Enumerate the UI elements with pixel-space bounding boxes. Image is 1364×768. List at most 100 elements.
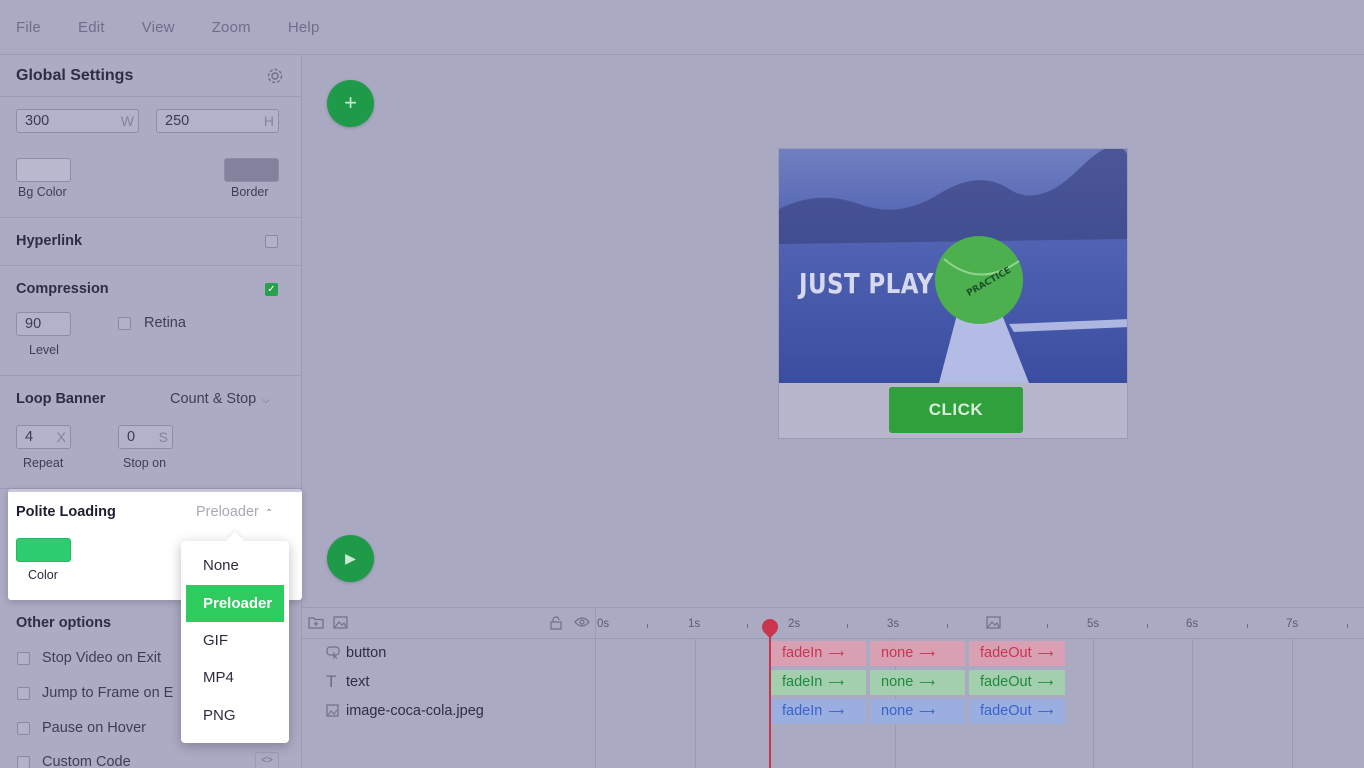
repeat-label: Repeat (23, 456, 64, 470)
other-options-title: Other options (16, 615, 112, 631)
add-image-icon[interactable] (333, 616, 348, 632)
ruler-tick (947, 624, 948, 628)
width-input[interactable]: 300 W (16, 109, 139, 133)
tick-label-3s: 3s (887, 618, 900, 630)
pause-hover-checkbox[interactable] (17, 722, 30, 735)
layer-name-image: image-coca-cola.jpeg (346, 703, 484, 719)
polite-loading-select[interactable]: Preloader ⌃ (196, 504, 273, 520)
banner-preview[interactable]: PRACTICE JUST PLAY CLICK (778, 148, 1128, 439)
compression-level-input[interactable]: 90 (16, 312, 71, 336)
option-mp4[interactable]: MP4 (186, 659, 284, 696)
image-icon (326, 704, 339, 720)
jump-frame-label: Jump to Frame on E (42, 685, 174, 701)
arrow-right-icon: ⟶ (919, 706, 936, 718)
stop-video-label: Stop Video on Exit (42, 650, 162, 666)
menu-file[interactable]: File (16, 19, 41, 36)
custom-code-checkbox[interactable] (17, 756, 30, 768)
ruler-tick (847, 624, 848, 628)
compression-checkbox[interactable]: ✓ (265, 283, 278, 296)
layer-row-text[interactable]: T text fadeIn ⟶ none ⟶ fadeOut ⟶ (302, 668, 1364, 697)
arrow-right-icon: ⟶ (1037, 648, 1054, 660)
stop-on-label: Stop on (123, 456, 167, 470)
arrow-right-icon: ⟶ (828, 648, 845, 660)
menu-bar: File Edit View Zoom Help (0, 0, 1364, 55)
width-value: 300 (25, 113, 50, 129)
repeat-input[interactable]: 4 X (16, 425, 71, 449)
menu-edit[interactable]: Edit (78, 19, 105, 36)
anim-block-button-out[interactable]: fadeOut ⟶ (969, 641, 1065, 666)
arrow-right-icon: ⟶ (1037, 677, 1054, 689)
banner-image: PRACTICE JUST PLAY (779, 149, 1127, 383)
option-png[interactable]: PNG (186, 697, 284, 734)
retina-checkbox[interactable] (118, 317, 131, 330)
layer-row-image[interactable]: image-coca-cola.jpeg fadeIn ⟶ none ⟶ fadeO… (302, 697, 1364, 726)
stop-video-checkbox[interactable] (17, 652, 30, 665)
banner-cta-button[interactable]: CLICK (889, 387, 1023, 433)
layer-row-button[interactable]: button fadeIn ⟶ none ⟶ fadeOut ⟶ (302, 639, 1364, 668)
loop-mode-value: Count & Stop (170, 391, 257, 407)
stop-on-value: 0 (127, 429, 136, 445)
width-unit: W (120, 113, 134, 129)
anim-block-text-in[interactable]: fadeIn ⟶ (771, 670, 866, 695)
option-gif[interactable]: GIF (186, 622, 284, 659)
layer-name-button: button (346, 645, 387, 661)
stop-on-unit: S (158, 429, 168, 445)
jump-frame-checkbox[interactable] (17, 687, 30, 700)
loop-mode-select[interactable]: Count & Stop ⌵ (170, 391, 270, 407)
compression-section: Compression ✓ 90 Level Retina (0, 266, 302, 376)
menu-zoom[interactable]: Zoom (212, 19, 251, 36)
option-none[interactable]: None (186, 547, 284, 584)
loop-banner-title: Loop Banner (16, 391, 106, 407)
plus-icon[interactable]: + (327, 80, 374, 127)
cursor-icon (326, 646, 340, 662)
hyperlink-checkbox[interactable] (265, 235, 278, 248)
timeline-panel: 0s 1s 2s 3s 4s 5s 6s 7s button fadeIn⟶ n… (302, 607, 1364, 768)
ruler-tick (1047, 624, 1048, 628)
gear-icon[interactable] (266, 67, 284, 90)
arrow-right-icon: ⟶ (919, 677, 936, 689)
arrow-right-icon: ⟶ (919, 648, 936, 660)
lock-icon[interactable] (550, 616, 562, 633)
anim-label: fadeOut (980, 703, 1032, 719)
anim-block-image-in[interactable]: fadeIn ⟶ (771, 699, 866, 724)
bg-color-swatch[interactable] (16, 158, 71, 182)
option-preloader[interactable]: Preloader (186, 585, 284, 622)
add-folder-icon[interactable] (308, 616, 324, 632)
compression-level-value: 90 (25, 316, 42, 332)
anim-block-text-mid[interactable]: none ⟶ (870, 670, 965, 695)
eye-icon[interactable] (574, 616, 590, 631)
anim-block-text-out[interactable]: fadeOut ⟶ (969, 670, 1065, 695)
ruler-tick (1147, 624, 1148, 628)
level-label: Level (29, 343, 59, 357)
polite-loading-value: Preloader (196, 504, 259, 520)
pause-hover-label: Pause on Hover (42, 720, 146, 736)
anim-label: fadeIn (782, 674, 823, 690)
stop-on-input[interactable]: 0 S (118, 425, 173, 449)
anim-block-image-out[interactable]: fadeOut ⟶ (969, 699, 1065, 724)
tick-label-6s: 6s (1186, 618, 1199, 630)
anim-label: fadeIn (782, 703, 823, 719)
chevron-up-icon: ⌃ (264, 508, 274, 519)
preloader-color-swatch[interactable] (16, 538, 71, 562)
border-color-swatch[interactable] (224, 158, 279, 182)
play-icon[interactable]: ▶ (327, 535, 374, 582)
ruler-tick (647, 624, 648, 628)
menu-view[interactable]: View (142, 19, 175, 36)
anim-block-button-in[interactable]: fadeIn ⟶ (771, 641, 866, 666)
preloader-color-label: Color (28, 568, 58, 582)
anim-block-image-mid[interactable]: none ⟶ (870, 699, 965, 724)
repeat-value: 4 (25, 429, 34, 445)
layer-name-text: text (346, 674, 370, 690)
menu-help[interactable]: Help (288, 19, 320, 36)
arrow-right-icon: ⟶ (828, 677, 845, 689)
height-input[interactable]: 250 H (156, 109, 279, 133)
banner-headline: JUST PLAY (799, 267, 934, 300)
frame-image-icon[interactable] (986, 616, 1001, 632)
code-icon[interactable]: <> (255, 752, 279, 768)
ruler-tick (1247, 624, 1248, 628)
anim-block-button-mid[interactable]: none ⟶ (870, 641, 965, 666)
global-settings-section: Global Settings 300 W 250 H Bg Color Bor… (0, 55, 302, 218)
height-value: 250 (165, 113, 190, 129)
custom-code-label: Custom Code (42, 754, 131, 768)
arrow-right-icon: ⟶ (1037, 706, 1054, 718)
